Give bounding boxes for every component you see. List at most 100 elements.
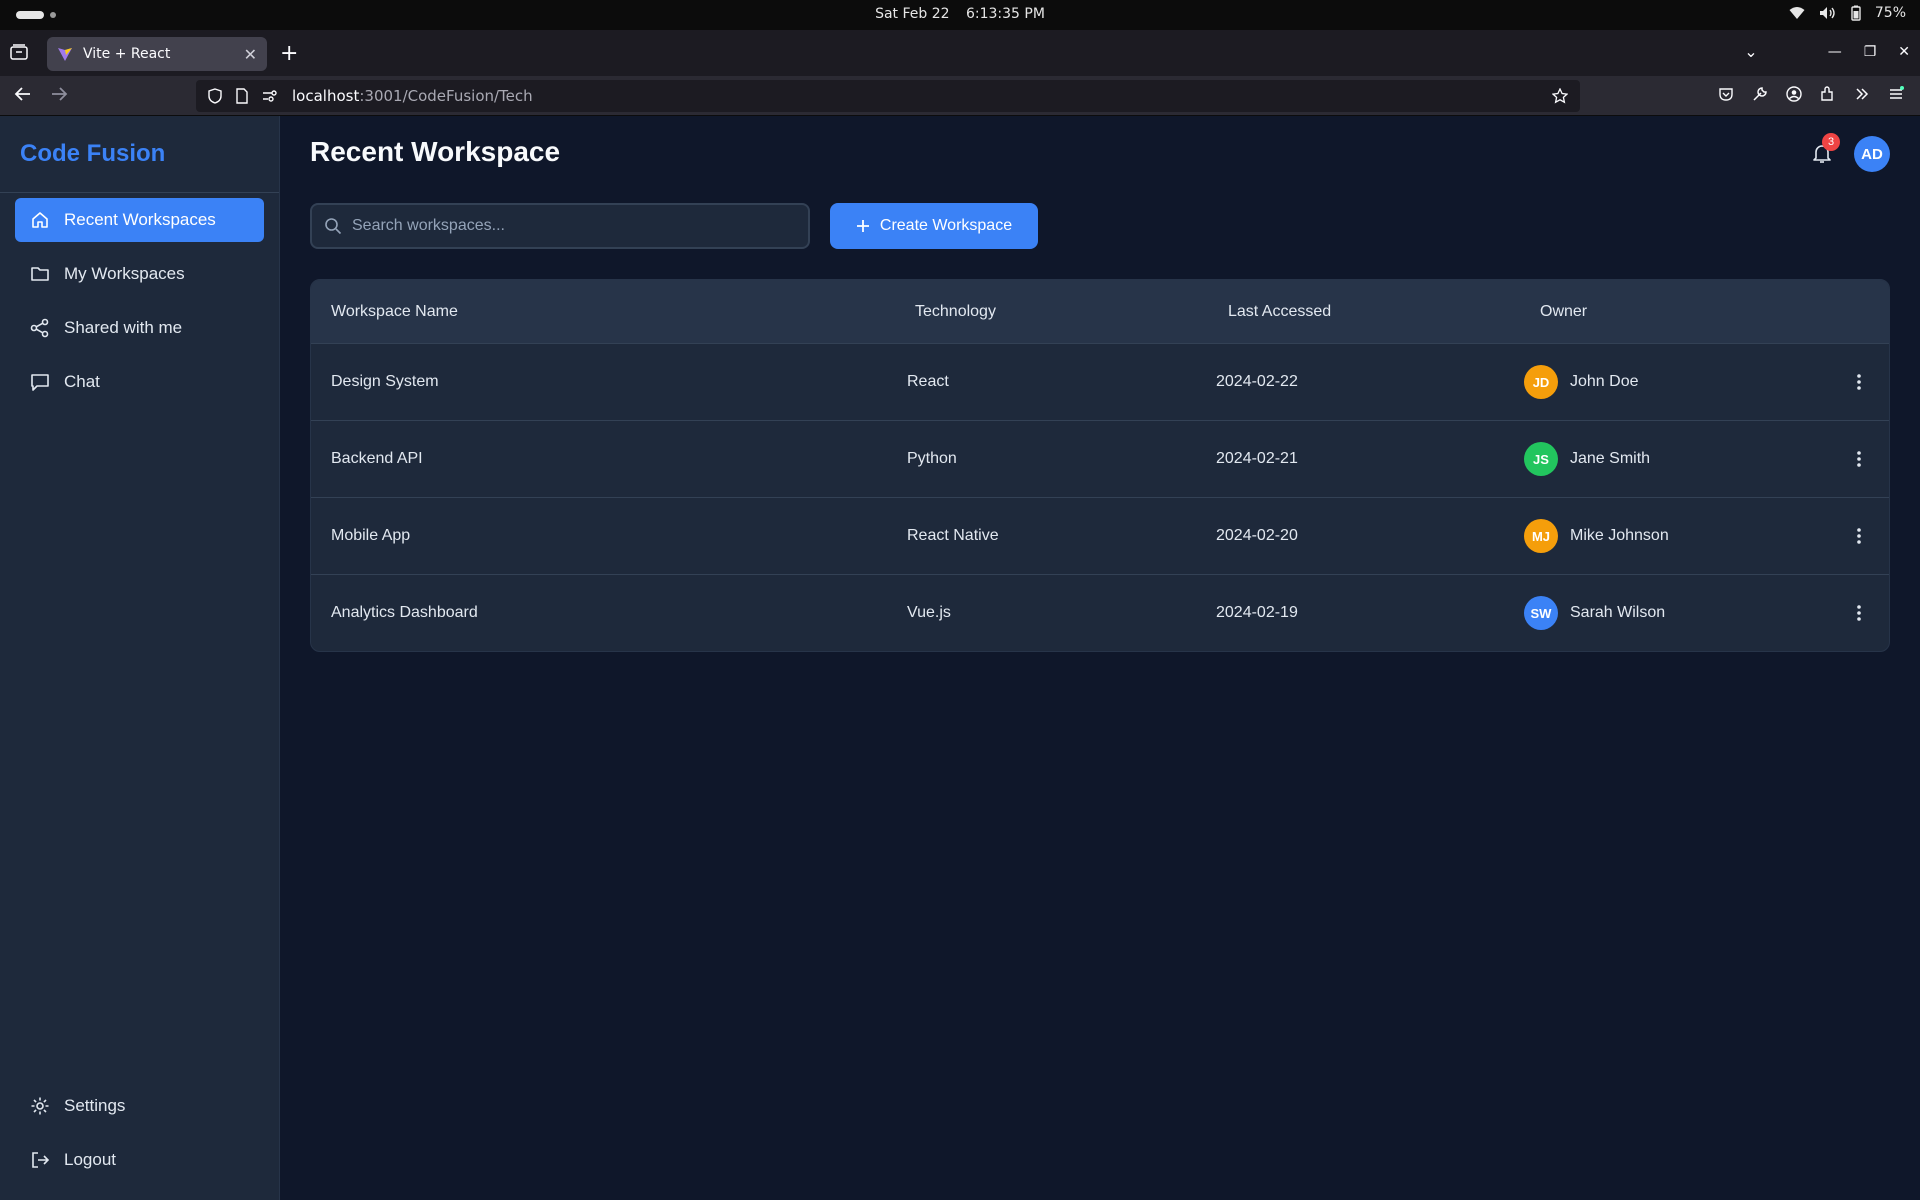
workspace-technology: React (907, 373, 949, 390)
main-content: Recent Workspace 3 AD Create Workspace W… (280, 116, 1920, 1200)
os-time: 6:13:35 PM (965, 6, 1045, 22)
wifi-icon (1789, 7, 1805, 19)
owner-avatar: SW (1524, 596, 1558, 630)
browser-toolbar-right (1718, 86, 1904, 102)
back-arrow-icon[interactable] (14, 85, 32, 103)
more-tools-chevron-icon[interactable] (1854, 86, 1870, 102)
owner-name: Mike Johnson (1570, 527, 1669, 544)
sidebar-item-label: Settings (64, 1096, 126, 1115)
new-tab-button[interactable]: + (280, 41, 298, 66)
more-vertical-icon (1857, 451, 1861, 467)
workspace-name[interactable]: Mobile App (311, 527, 907, 545)
close-window-icon[interactable]: ✕ (1898, 44, 1910, 60)
browser-nav-bar: localhost:3001/CodeFusion/Tech (0, 76, 1920, 116)
window-controls: ⌄ — ❐ ✕ (1744, 42, 1910, 61)
table-row[interactable]: Analytics Dashboard Vue.js 2024-02-19 SW… (311, 574, 1889, 651)
menu-icon[interactable] (1888, 86, 1904, 102)
brand-logo[interactable]: Code Fusion (0, 116, 279, 193)
pocket-icon[interactable] (1718, 86, 1734, 102)
sidebar-item-shared-with-me[interactable]: Shared with me (15, 306, 264, 350)
sidebar-item-my-workspaces[interactable]: My Workspaces (15, 252, 264, 296)
workspace-technology: Python (907, 450, 957, 467)
more-vertical-icon (1857, 374, 1861, 390)
row-menu-button[interactable] (1829, 527, 1889, 545)
owner-name: Sarah Wilson (1570, 604, 1666, 621)
column-header-name[interactable]: Workspace Name (311, 303, 907, 321)
sidebar-item-label: Logout (64, 1150, 116, 1169)
url-bar[interactable]: localhost:3001/CodeFusion/Tech (196, 80, 1580, 112)
sidebar-item-label: Shared with me (64, 318, 183, 337)
system-tray[interactable]: 75% (1789, 5, 1906, 21)
table-header: Workspace Name Technology Last Accessed … (311, 280, 1889, 343)
browser-tab-strip: Vite + React ✕ + ⌄ — ❐ ✕ (0, 30, 1920, 76)
account-icon[interactable] (1786, 86, 1802, 102)
minimize-icon[interactable]: — (1828, 44, 1842, 60)
search-input[interactable] (352, 217, 808, 235)
table-row[interactable]: Mobile App React Native 2024-02-20 MJ Mi… (311, 497, 1889, 574)
workspace-last-accessed: 2024-02-22 (1216, 373, 1298, 390)
app-root: Code Fusion Recent Workspaces My Workspa… (0, 116, 1920, 1200)
more-vertical-icon (1857, 605, 1861, 621)
row-menu-button[interactable] (1829, 373, 1889, 391)
header-actions: 3 AD (1812, 133, 1890, 172)
logout-icon (32, 1152, 50, 1168)
plus-icon (856, 220, 869, 232)
column-header-owner[interactable]: Owner (1524, 303, 1889, 321)
search-icon (325, 218, 342, 235)
tab-list-chevron-icon[interactable]: ⌄ (1744, 42, 1757, 61)
battery-icon (1851, 5, 1861, 21)
notification-count-badge: 3 (1822, 133, 1840, 151)
workspace-technology: Vue.js (907, 604, 951, 621)
table-row[interactable]: Design System React 2024-02-22 JD John D… (311, 343, 1889, 420)
page-icon[interactable] (236, 88, 248, 104)
owner-name: Jane Smith (1570, 450, 1651, 467)
home-icon (32, 212, 48, 228)
create-workspace-label: Create Workspace (879, 217, 1013, 234)
url-path: :3001/CodeFusion/Tech (359, 87, 533, 105)
workspace-owner: JS Jane Smith (1524, 442, 1829, 476)
volume-icon (1819, 7, 1835, 19)
tab-overview-icon[interactable] (10, 44, 28, 60)
permissions-icon[interactable] (262, 89, 278, 103)
more-vertical-icon (1857, 528, 1861, 544)
workspace-last-accessed: 2024-02-19 (1216, 604, 1298, 621)
url-host: localhost (292, 87, 360, 105)
workspaces-table: Workspace Name Technology Last Accessed … (310, 279, 1890, 652)
tab-close-icon[interactable]: ✕ (244, 45, 257, 64)
workspace-name[interactable]: Backend API (311, 450, 907, 468)
forward-arrow-icon[interactable] (50, 85, 68, 103)
row-menu-button[interactable] (1829, 604, 1889, 622)
shield-icon[interactable] (208, 88, 222, 104)
sidebar-item-recent-workspaces[interactable]: Recent Workspaces (15, 198, 264, 242)
os-top-bar: Sat Feb 22 6:13:35 PM 75% (0, 0, 1920, 30)
notifications-button[interactable]: 3 (1812, 133, 1840, 166)
owner-avatar: MJ (1524, 519, 1558, 553)
tab-title: Vite + React (83, 46, 171, 62)
workspace-name[interactable]: Analytics Dashboard (311, 604, 907, 622)
workspace-owner: SW Sarah Wilson (1524, 596, 1829, 630)
vite-favicon-icon (58, 48, 72, 61)
create-workspace-button[interactable]: Create Workspace (830, 203, 1038, 249)
os-clock[interactable]: Sat Feb 22 6:13:35 PM (0, 6, 1920, 22)
wrench-icon[interactable] (1752, 86, 1768, 102)
table-row[interactable]: Backend API Python 2024-02-21 JS Jane Sm… (311, 420, 1889, 497)
folder-icon (31, 267, 49, 281)
sidebar-bottom-nav: Settings Logout (15, 1084, 264, 1192)
restore-icon[interactable]: ❐ (1864, 44, 1877, 60)
user-avatar[interactable]: AD (1854, 136, 1890, 172)
sidebar-item-settings[interactable]: Settings (15, 1084, 264, 1128)
workspace-technology: React Native (907, 527, 999, 544)
owner-avatar: JD (1524, 365, 1558, 399)
bookmark-star-icon[interactable] (1552, 88, 1568, 104)
sidebar-item-chat[interactable]: Chat (15, 360, 264, 404)
browser-tab-active[interactable]: Vite + React ✕ (47, 37, 267, 71)
row-menu-button[interactable] (1829, 450, 1889, 468)
column-header-technology[interactable]: Technology (907, 303, 1216, 321)
extensions-icon[interactable] (1820, 86, 1836, 102)
column-header-last-accessed[interactable]: Last Accessed (1216, 303, 1524, 321)
os-date: Sat Feb 22 (875, 6, 950, 22)
sidebar-item-logout[interactable]: Logout (15, 1138, 264, 1182)
workspace-name[interactable]: Design System (311, 373, 907, 391)
workspace-owner: JD John Doe (1524, 365, 1829, 399)
owner-avatar: JS (1524, 442, 1558, 476)
